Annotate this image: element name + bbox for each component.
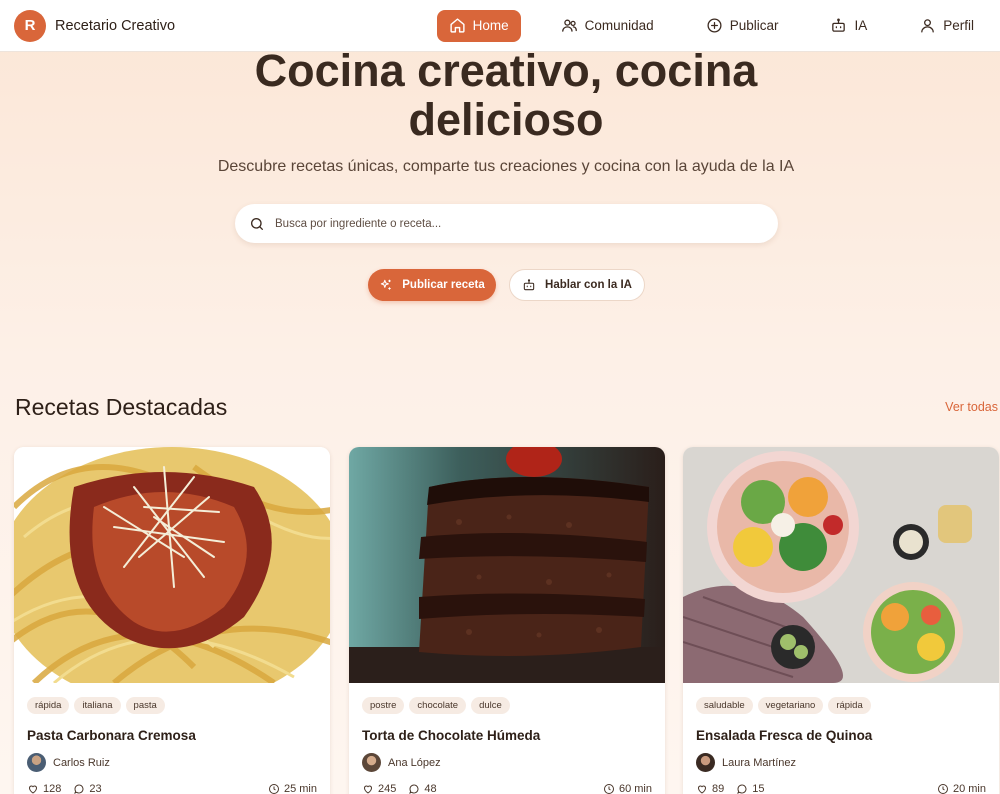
time-stat: 25 min (268, 783, 317, 794)
hero-title-line1: Cocina creativo, cocina (254, 45, 758, 96)
time-stat: 60 min (603, 783, 652, 794)
clock-icon (603, 783, 615, 794)
heart-icon (696, 783, 708, 794)
time-value: 60 min (618, 783, 652, 794)
nav-perfil-label: Perfil (943, 18, 974, 33)
comment-icon (736, 783, 748, 794)
recipe-image-chocolate-cake (349, 447, 665, 683)
recipe-title[interactable]: Pasta Carbonara Cremosa (27, 728, 196, 743)
recipe-author[interactable]: Laura Martínez (696, 753, 796, 772)
publish-recipe-button[interactable]: Publicar receta (368, 269, 496, 301)
hero-subtitle: Descubre recetas únicas, comparte tus cr… (217, 158, 795, 175)
nav-ia[interactable]: IA (818, 10, 879, 42)
user-icon (919, 17, 936, 34)
search-placeholder: Busca por ingrediente o receta... (275, 217, 442, 230)
tag[interactable]: saludable (696, 697, 753, 714)
recipe-tags: postre chocolate dulce (362, 697, 510, 714)
author-name: Carlos Ruiz (53, 756, 110, 769)
tag[interactable]: dulce (471, 697, 510, 714)
nav-ia-label: IA (854, 18, 868, 33)
app-name: Recetario Creativo (55, 17, 176, 34)
tag[interactable]: vegetariano (757, 697, 824, 714)
likes-count: 245 (378, 783, 397, 794)
recipe-image-pasta (14, 447, 330, 683)
tag[interactable]: rápida (828, 697, 871, 714)
recipe-card[interactable]: saludable vegetariano rápida Ensalada Fr… (683, 447, 999, 794)
talk-to-ai-label: Hablar con la IA (545, 279, 632, 291)
recipe-stats: 89 15 20 min (696, 783, 986, 794)
likes-stat[interactable]: 128 (27, 783, 61, 794)
clock-icon (268, 783, 280, 794)
avatar (696, 753, 715, 772)
search-input[interactable]: Busca por ingrediente o receta... (235, 204, 778, 243)
recipe-image-quinoa-salad (683, 447, 999, 683)
search-icon (249, 216, 265, 232)
recipe-tags: saludable vegetariano rápida (696, 697, 871, 714)
recipe-tags: rápida italiana pasta (27, 697, 165, 714)
comments-count: 48 (424, 783, 437, 794)
comments-count: 15 (752, 783, 765, 794)
tag[interactable]: italiana (74, 697, 121, 714)
avatar (362, 753, 381, 772)
recipe-author[interactable]: Ana López (362, 753, 441, 772)
recipe-stats: 245 48 60 min (362, 783, 652, 794)
publish-recipe-label: Publicar receta (402, 279, 485, 291)
hero-title-line2: delicioso (408, 94, 604, 145)
nav-publicar[interactable]: Publicar (694, 10, 791, 42)
likes-count: 89 (712, 783, 725, 794)
nav-comunidad-label: Comunidad (584, 18, 654, 33)
nav-publicar-label: Publicar (729, 18, 779, 33)
recipe-stats: 128 23 25 min (27, 783, 317, 794)
recipe-card[interactable]: rápida italiana pasta Pasta Carbonara Cr… (14, 447, 330, 794)
likes-stat[interactable]: 245 (362, 783, 396, 794)
users-icon (561, 17, 578, 34)
avatar (27, 753, 46, 772)
comment-icon (408, 783, 420, 794)
time-stat: 20 min (937, 783, 986, 794)
nav-comunidad[interactable]: Comunidad (549, 10, 666, 42)
plus-circle-icon (706, 17, 723, 34)
see-all-link[interactable]: Ver todas (945, 400, 998, 414)
clock-icon (937, 783, 949, 794)
likes-count: 128 (43, 783, 62, 794)
brand[interactable]: R Recetario Creativo (14, 9, 176, 42)
logo-badge: R (14, 9, 46, 42)
likes-stat[interactable]: 89 (696, 783, 724, 794)
time-value: 20 min (952, 783, 986, 794)
talk-to-ai-button[interactable]: Hablar con la IA (509, 269, 645, 301)
nav-home-label: Home (472, 18, 509, 33)
section-title: Recetas Destacadas (15, 394, 228, 420)
tag[interactable]: postre (362, 697, 405, 714)
comment-icon (73, 783, 85, 794)
robot-icon (522, 278, 536, 292)
recipe-author[interactable]: Carlos Ruiz (27, 753, 110, 772)
hero-title: Cocina creativo, cocina delicioso (0, 46, 1000, 144)
heart-icon (362, 783, 374, 794)
recipe-title[interactable]: Torta de Chocolate Húmeda (362, 728, 540, 743)
time-value: 25 min (283, 783, 317, 794)
sparkles-icon (379, 278, 393, 292)
tag[interactable]: chocolate (409, 697, 467, 714)
tag[interactable]: pasta (125, 697, 165, 714)
recipe-card[interactable]: postre chocolate dulce Torta de Chocolat… (349, 447, 665, 794)
nav-home[interactable]: Home (436, 9, 521, 42)
home-icon (449, 17, 466, 34)
comments-stat[interactable]: 23 (73, 783, 102, 794)
author-name: Laura Martínez (722, 756, 796, 769)
robot-icon (830, 17, 847, 34)
tag[interactable]: rápida (27, 697, 70, 714)
top-navbar: R Recetario Creativo Home Comunidad Publ… (0, 0, 1000, 52)
recipe-title[interactable]: Ensalada Fresca de Quinoa (696, 728, 872, 743)
comments-count: 23 (89, 783, 102, 794)
comments-stat[interactable]: 15 (736, 783, 765, 794)
heart-icon (27, 783, 39, 794)
comments-stat[interactable]: 48 (408, 783, 437, 794)
nav-links: Home Comunidad Publicar IA Perfil (436, 9, 986, 42)
nav-perfil[interactable]: Perfil (907, 10, 986, 42)
author-name: Ana López (388, 756, 441, 769)
